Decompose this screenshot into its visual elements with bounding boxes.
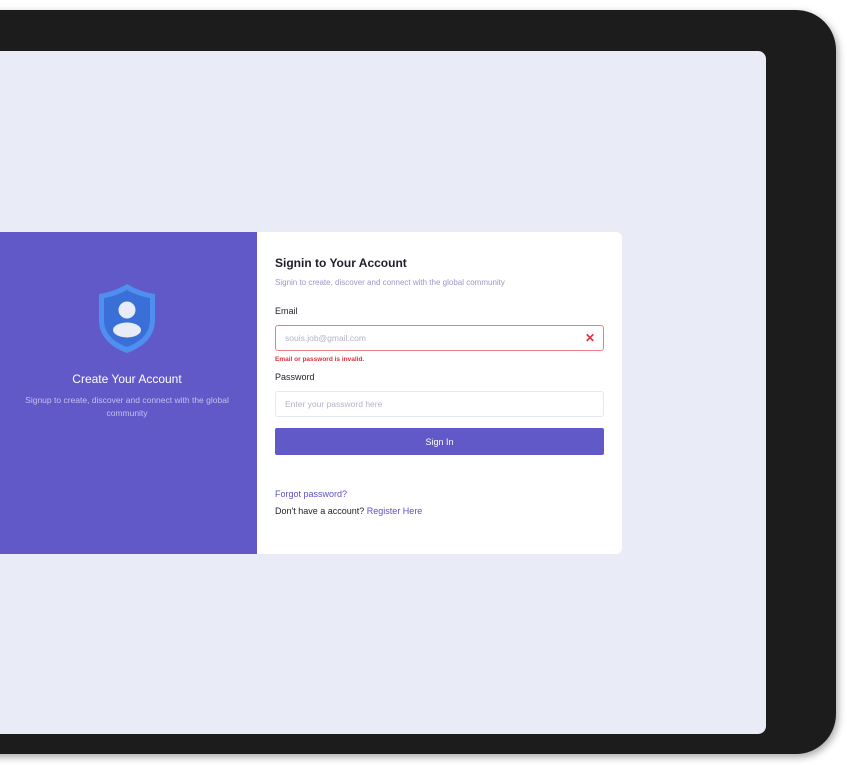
signup-promo-panel: Create Your Account Signup to create, di… — [0, 232, 257, 554]
email-error-message: Email or password is invalid. — [275, 356, 365, 363]
form-subtitle: Signin to create, discover and connect w… — [275, 278, 505, 287]
sign-in-button[interactable]: Sign In — [275, 428, 604, 455]
register-prompt-line: Don't have a account? Register Here — [275, 506, 604, 516]
password-label: Password — [275, 372, 315, 382]
email-label: Email — [275, 306, 298, 316]
screen: Create Your Account Signup to create, di… — [0, 51, 766, 734]
shield-user-icon — [99, 284, 155, 353]
promo-title: Create Your Account — [72, 372, 182, 386]
register-link[interactable]: Register Here — [367, 506, 423, 516]
password-field-wrapper — [275, 391, 604, 417]
register-prompt-text: Don't have a account? — [275, 506, 365, 516]
signin-form: Signin to Your Account Signin to create,… — [257, 232, 622, 554]
auth-card: Create Your Account Signup to create, di… — [0, 232, 622, 554]
tablet-frame: Create Your Account Signup to create, di… — [0, 10, 836, 754]
forgot-password-link[interactable]: Forgot password? — [275, 489, 604, 499]
close-icon[interactable]: ✕ — [585, 331, 595, 345]
promo-subtitle: Signup to create, discover and connect w… — [25, 395, 229, 418]
email-field[interactable] — [276, 326, 603, 350]
form-title: Signin to Your Account — [275, 256, 407, 270]
password-field[interactable] — [276, 392, 603, 416]
email-field-wrapper: ✕ — [275, 325, 604, 351]
